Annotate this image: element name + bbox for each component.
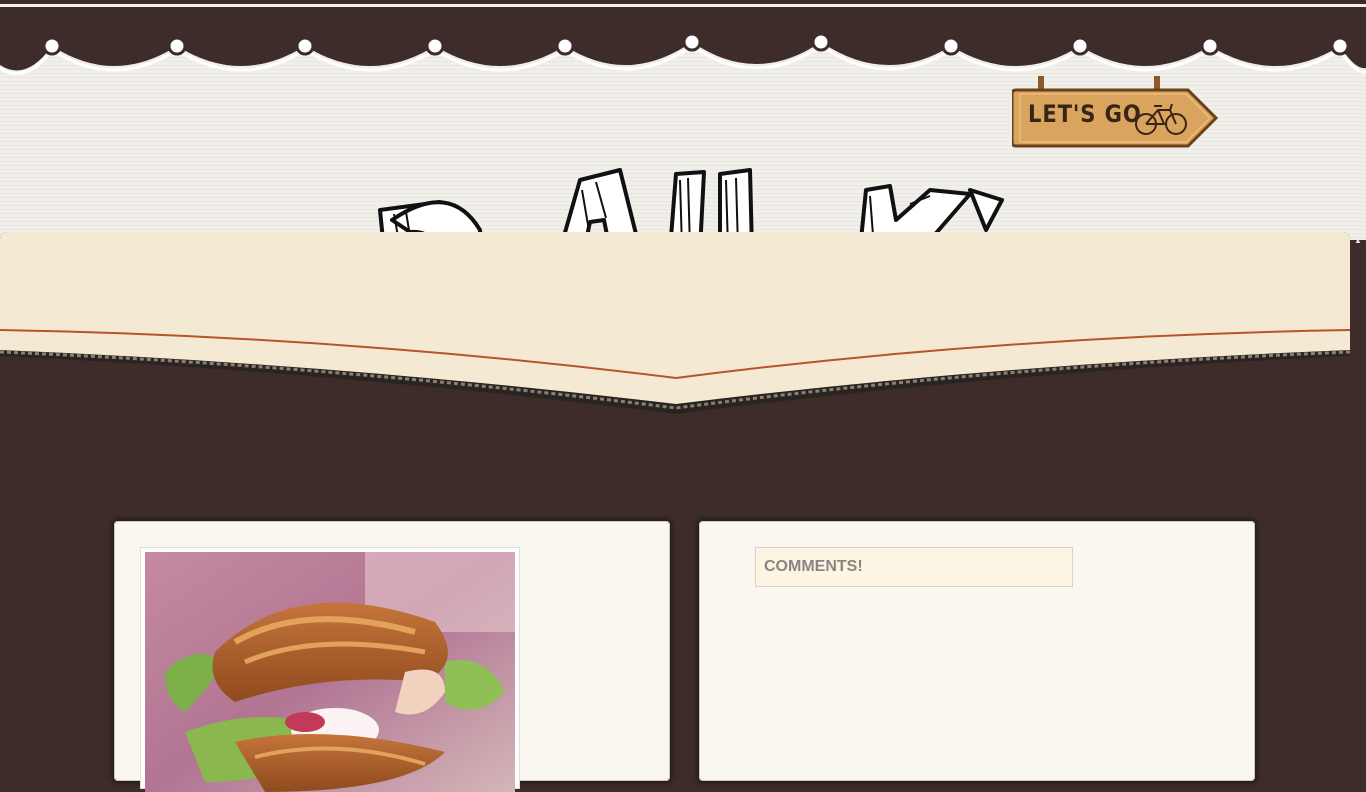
scroll-up-arrow-icon[interactable]: ▲ bbox=[1352, 234, 1364, 248]
post-card bbox=[114, 521, 670, 792]
site-logo-letters bbox=[378, 168, 1004, 240]
sidebar-card: COMMENTS! bbox=[699, 521, 1255, 781]
sign-label: LET'S GO bbox=[1028, 100, 1142, 128]
post-photo-frame bbox=[140, 547, 520, 792]
top-border-line bbox=[0, 0, 1366, 10]
comments-title: COMMENTS! bbox=[764, 558, 863, 575]
croissant-sandwich-photo[interactable] bbox=[145, 552, 515, 792]
cream-banner bbox=[0, 232, 1350, 414]
lets-go-sign-button[interactable]: LET'S GO bbox=[1010, 76, 1220, 150]
comments-widget-header: COMMENTS! bbox=[755, 547, 1073, 587]
